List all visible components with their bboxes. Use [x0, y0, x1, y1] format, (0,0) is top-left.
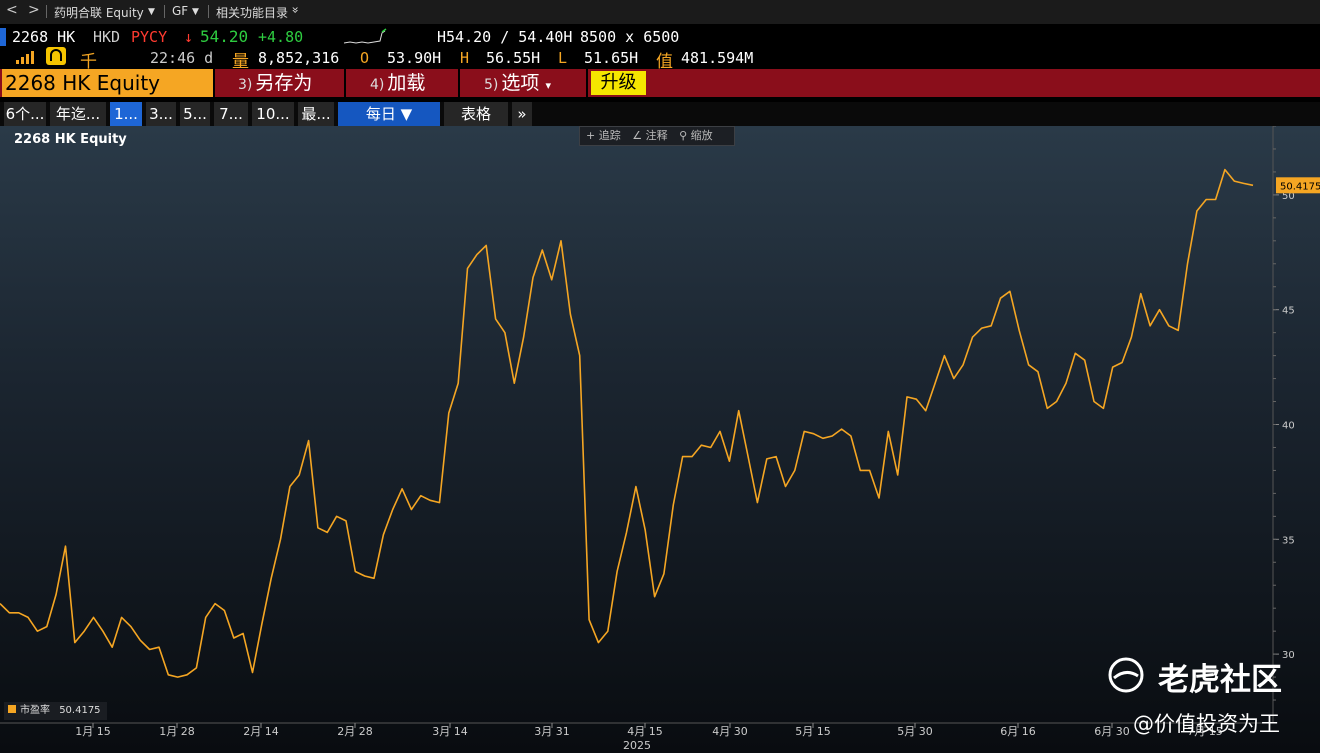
period-dropdown[interactable]: 每日 ▼	[338, 102, 440, 126]
volume: 8,852,316	[258, 49, 340, 67]
gf-menu[interactable]: GF	[172, 4, 188, 18]
x-tick-label: 3月 14	[432, 725, 468, 738]
divider	[208, 5, 209, 18]
range-toolbar: 6个... 年迄... 1... 3... 5... 7... 10... 最.…	[0, 102, 1320, 126]
low-price: 51.65H	[584, 49, 639, 67]
y-tick-label: 40	[1282, 421, 1295, 432]
traded-value: 481.594M	[681, 49, 754, 67]
update-time: 22:46 d	[150, 49, 214, 67]
ticker: 2268 HK	[12, 28, 76, 46]
down-arrow-icon: ↓	[184, 28, 194, 46]
x-tick-label: 1月 15	[75, 725, 111, 738]
forward-icon[interactable]: >	[28, 2, 40, 18]
series-line	[0, 168, 1254, 678]
load-button[interactable]: 4) 加载	[370, 69, 425, 97]
annotate-tool[interactable]: 注释	[646, 129, 668, 142]
legend-label: 市盈率	[20, 705, 50, 716]
x-tick-label: 4月 15	[627, 725, 663, 738]
y-tick-label: 45	[1282, 306, 1295, 317]
breadcrumb-bar: < > 药明合联 Equity ▼ GF ▼ 相关功能目录 »	[0, 0, 1320, 24]
x-tick-label: 5月 15	[795, 725, 831, 738]
load-label: 加载	[387, 72, 426, 94]
more-icon[interactable]: »	[512, 102, 532, 126]
upgrade-button[interactable]: 升级	[591, 71, 646, 95]
chevron-down-icon[interactable]: ▼	[148, 7, 155, 17]
range-5y[interactable]: 5...	[180, 102, 210, 126]
x-tick-label: 1月 28	[159, 725, 195, 738]
x-tick-label: 6月 30	[1094, 725, 1130, 738]
x-tick-label: 3月 31	[534, 725, 570, 738]
bid-ask-size: 8500 x 6500	[580, 28, 680, 46]
high-label: H	[460, 49, 470, 67]
bid-ask: H54.20 / 54.40H	[437, 28, 573, 46]
table-button[interactable]: 表格	[444, 102, 508, 126]
save-as-num: 3)	[238, 77, 253, 93]
related-functions-menu[interactable]: 相关功能目录	[216, 4, 288, 21]
last-value-label: 50.4175	[1280, 181, 1320, 192]
security-name[interactable]: 药明合联 Equity	[54, 4, 144, 21]
chevron-down-icon: ▾	[545, 79, 551, 92]
range-ytd[interactable]: 年迄...	[50, 102, 106, 126]
range-7y[interactable]: 7...	[214, 102, 248, 126]
currency: HKD	[93, 28, 121, 46]
legend-value: 50.4175	[59, 705, 101, 716]
range-3y[interactable]: 3...	[146, 102, 176, 126]
market-status-icon	[46, 47, 66, 65]
range-10y[interactable]: 10...	[252, 102, 294, 126]
security-marker	[0, 28, 6, 46]
range-6m[interactable]: 6个...	[4, 102, 46, 126]
low-label: L	[558, 49, 568, 67]
sparkline-icon	[343, 28, 387, 44]
watermark-user: @价值投资为王	[1133, 712, 1280, 736]
magnifier-icon[interactable]: ⚲	[679, 129, 687, 142]
save-as-button[interactable]: 3) 另存为	[238, 69, 312, 97]
y-tick-label: 30	[1282, 650, 1295, 661]
crosshair-icon[interactable]: +	[586, 129, 595, 142]
chart-legend: 市盈率 50.4175	[4, 702, 107, 720]
open-label: O	[360, 49, 370, 67]
x-tick-label: 5月 30	[897, 725, 933, 738]
x-tick-label: 2月 14	[243, 725, 279, 738]
x-tick-label: 4月 30	[712, 725, 748, 738]
command-bar: 2268 HK Equity 3) 另存为 4) 加载 5) 选项 ▾ 升级	[0, 69, 1320, 97]
options-button[interactable]: 5) 选项 ▾	[484, 69, 551, 97]
chart-title: 2268 HK Equity	[14, 132, 127, 147]
legend-swatch	[8, 705, 16, 713]
watermark-brand: 老虎社区	[1158, 662, 1282, 698]
options-label: 选项	[501, 72, 540, 94]
chart-tools: + 追踪 ∠ 注释 ⚲ 缩放	[579, 126, 735, 146]
x-year-label: 2025	[623, 739, 651, 752]
chevron-down-icon[interactable]: ▼	[192, 7, 199, 17]
tiger-logo-icon	[1108, 657, 1144, 693]
price-change: +4.80	[258, 28, 304, 46]
load-num: 4)	[370, 77, 385, 93]
signal-bars-icon	[16, 51, 34, 64]
divider	[164, 5, 165, 18]
x-tick-label: 6月 16	[1000, 725, 1036, 738]
y-tick-label: 35	[1282, 535, 1295, 546]
double-chevron-icon[interactable]: »	[289, 6, 303, 13]
last-price: 54.20	[200, 27, 249, 46]
pencil-icon[interactable]: ∠	[632, 129, 642, 142]
save-as-label: 另存为	[255, 72, 313, 94]
x-tick-label: 2月 28	[337, 725, 373, 738]
pricing-source: PYCY	[131, 28, 168, 46]
range-max[interactable]: 最...	[298, 102, 334, 126]
high-price: 56.55H	[486, 49, 541, 67]
options-num: 5)	[484, 77, 499, 93]
range-1y[interactable]: 1...	[110, 102, 142, 126]
back-icon[interactable]: <	[6, 2, 18, 18]
track-tool[interactable]: 追踪	[599, 129, 621, 142]
zoom-tool[interactable]: 缩放	[691, 129, 713, 142]
open-price: 53.90H	[387, 49, 442, 67]
security-field[interactable]: 2268 HK Equity	[2, 69, 215, 97]
divider	[46, 5, 47, 18]
